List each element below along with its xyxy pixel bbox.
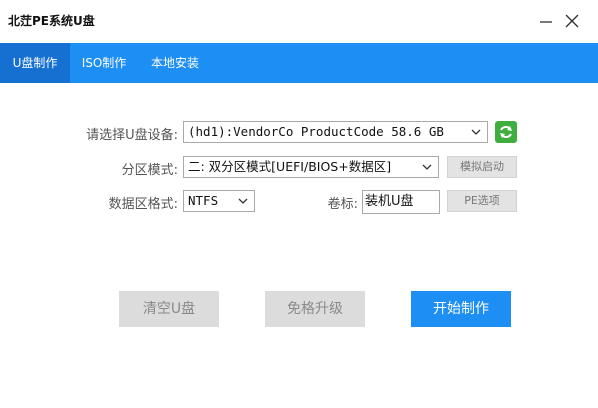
tab-local-install[interactable]: 本地安装 [138,43,212,83]
start-make-button[interactable]: 开始制作 [411,291,511,327]
chevron-down-icon [238,198,248,204]
minimize-button[interactable] [535,10,557,32]
window-title: 北茳PE系统U盘 [8,14,95,28]
close-button[interactable] [561,10,583,32]
format-select-value: NTFS [188,193,219,208]
device-select-value: (hd1):VendorCo ProductCode 58.6 GB [188,124,444,139]
close-icon [565,14,579,28]
tab-bar: U盘制作 ISO制作 本地安装 [0,43,598,83]
chevron-down-icon [422,164,432,170]
tab-usb-make[interactable]: U盘制作 [0,43,70,83]
tab-iso-make[interactable]: ISO制作 [70,43,138,83]
format-select[interactable]: NTFS [183,190,255,212]
partition-label: 分区模式: [121,163,178,178]
simulate-boot-button[interactable]: 模拟启动 [447,156,517,178]
partition-select[interactable]: 二: 双分区模式[UEFI/BIOS+数据区] [183,156,439,178]
minimize-icon [540,21,552,23]
device-select[interactable]: (hd1):VendorCo ProductCode 58.6 GB [183,121,488,143]
volume-label: 卷标: [327,197,358,212]
chevron-down-icon [471,129,481,135]
partition-select-value: 二: 双分区模式[UEFI/BIOS+数据区] [188,159,392,174]
refresh-icon [500,126,512,138]
device-label: 请选择U盘设备: [86,128,178,143]
clear-usb-button[interactable]: 清空U盘 [119,291,219,327]
title-bar: 北茳PE系统U盘 [0,0,598,43]
upgrade-button[interactable]: 免格升级 [265,291,365,327]
format-label: 数据区格式: [108,197,178,212]
refresh-button[interactable] [495,121,517,143]
pe-options-button[interactable]: PE选项 [447,190,517,212]
volume-input[interactable]: 装机U盘 [362,190,440,214]
